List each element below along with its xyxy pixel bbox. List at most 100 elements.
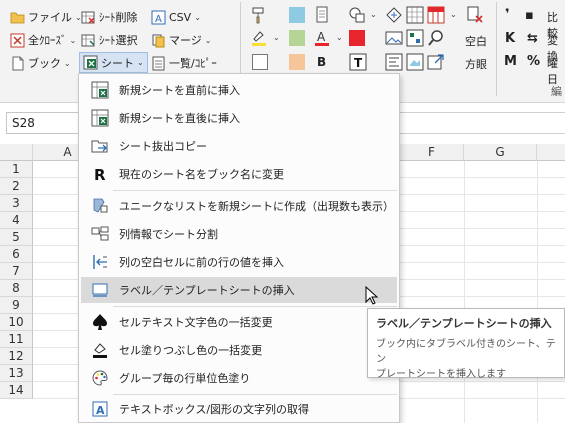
align-icon[interactable]	[385, 53, 403, 71]
highlight-color-icon[interactable]	[250, 29, 268, 47]
merge-button[interactable]: マージ ⌄	[151, 30, 211, 50]
row-header[interactable]: 3	[0, 195, 33, 212]
recycle-icon[interactable]: ⇆	[527, 31, 538, 46]
svg-text:A: A	[317, 30, 326, 44]
comma-style-button[interactable]: ❜	[505, 7, 510, 22]
sheet-delete-button[interactable]: ｼｰﾄ削除	[81, 7, 138, 27]
menu-item-group-row-coloring[interactable]: グループ毎の行単位色塗り	[81, 365, 397, 391]
chevron-down-icon[interactable]: ⌄	[273, 33, 280, 42]
image-grid-icon[interactable]	[406, 29, 424, 47]
shapes-icon[interactable]	[348, 6, 366, 24]
space-button[interactable]: 空白	[465, 33, 487, 49]
menu-item-new-sheet-after[interactable]: 新規シートを直後に挿入	[81, 105, 397, 131]
row-header[interactable]: 5	[0, 229, 33, 246]
chevron-down-icon[interactable]: ⌄	[450, 10, 457, 19]
grid-line	[537, 161, 538, 423]
percent-button[interactable]: %	[527, 54, 540, 69]
csv-button[interactable]: A CSV ⌄	[151, 7, 201, 27]
bold-button[interactable]: B	[317, 55, 326, 69]
font-color-icon[interactable]: A	[313, 29, 331, 47]
k-button[interactable]: K	[505, 31, 515, 46]
sheet-delete-icon	[81, 10, 96, 25]
svg-text:T: T	[354, 56, 363, 70]
row-header[interactable]: 12	[0, 348, 33, 365]
menu-item-fill-color-change[interactable]: セル塗りつぶし色の一括変更	[81, 337, 397, 363]
select-objects-icon[interactable]	[385, 6, 403, 24]
green-swatch[interactable]	[289, 30, 305, 46]
format-painter-icon[interactable]	[250, 6, 268, 24]
menu-item-new-sheet-before[interactable]: 新規シートを直前に挿入	[81, 77, 397, 103]
menu-item-text-color-change[interactable]: セルテキスト文字色の一括変更	[81, 309, 397, 335]
new-sheet-before-icon	[91, 81, 109, 99]
grid-paper-button[interactable]: 方眼	[465, 56, 487, 72]
svg-text:A: A	[155, 14, 162, 25]
label-template-icon	[91, 281, 109, 299]
row-header[interactable]: 11	[0, 331, 33, 348]
menu-item-label-template-insert[interactable]: ラベル／テンプレートシートの挿入	[81, 277, 397, 303]
row-header[interactable]: 10	[0, 314, 33, 331]
row-header[interactable]: 1	[0, 161, 33, 178]
row-header[interactable]: 14	[0, 382, 33, 399]
search-icon[interactable]	[427, 29, 445, 47]
column-header-f[interactable]: F	[400, 144, 464, 161]
tooltip-body-line-2: プレートシートを挿入します	[376, 369, 506, 380]
menu-item-split-by-column[interactable]: 列情報でシート分割	[81, 221, 397, 247]
sheet-dropdown-menu: 新規シートを直前に挿入 新規シートを直後に挿入 シート抜出コピー R 現在のシー…	[78, 73, 400, 423]
chevron-down-icon[interactable]: ⌄	[336, 33, 343, 42]
text-tool-icon[interactable]: T	[349, 53, 367, 71]
blank-swatch[interactable]	[252, 54, 268, 70]
tooltip: ラベル／テンプレートシートの挿入 ブック内にタブラベル付きのシート、テン プレー…	[367, 308, 565, 380]
red-swatch[interactable]	[349, 30, 365, 46]
palette-icon	[91, 369, 109, 387]
menu-item-fill-blank-cells[interactable]: 列の空白セルに前の行の値を挿入	[81, 249, 397, 275]
row-header[interactable]: 6	[0, 246, 33, 263]
row-header[interactable]: 4	[0, 212, 33, 229]
fill-blank-icon	[91, 253, 109, 271]
menu-item-sheet-extract-copy[interactable]: シート抜出コピー	[81, 133, 397, 159]
chevron-down-icon: ⌄	[137, 58, 144, 67]
select-all-corner[interactable]	[0, 144, 33, 161]
file-menu-button[interactable]: ファイル ⌄	[10, 7, 82, 27]
chevron-down-icon: ⌄	[69, 35, 77, 45]
page-icon[interactable]	[313, 6, 331, 24]
sheet-select-icon	[81, 33, 96, 48]
tooltip-body-line-1: ブック内にタブラベル付きのシート、テン	[376, 339, 556, 365]
column-header-h[interactable]	[537, 144, 565, 161]
row-header[interactable]: 13	[0, 365, 33, 382]
chevron-down-icon[interactable]: ⌄	[370, 10, 377, 19]
clear-icon[interactable]	[466, 6, 484, 24]
group-label-edit: 編	[551, 85, 562, 98]
percent-icon[interactable]: ▪	[525, 8, 534, 23]
row-header[interactable]: 9	[0, 297, 33, 314]
grid-icon[interactable]	[406, 6, 424, 24]
folder-icon	[10, 10, 25, 25]
menu-item-unique-list[interactable]: ユニークなリストを新規シートに作成（出現数も表示）	[81, 193, 397, 219]
red-table-icon[interactable]	[427, 6, 445, 24]
rename-r-icon: R	[91, 165, 109, 184]
sheet-select-button[interactable]: ｼｰﾄ選択	[81, 30, 138, 50]
book-menu-button[interactable]: ブック ⌄	[10, 53, 71, 73]
row-header[interactable]: 7	[0, 263, 33, 280]
picture-frame-icon[interactable]	[406, 53, 424, 71]
close-all-button[interactable]: 全ｸﾛｰｽﾞ ⌄	[10, 30, 76, 50]
svg-text:R: R	[94, 166, 106, 183]
list-copy-button[interactable]: 一覧/ｺﾋﾟｰ	[151, 53, 217, 73]
row-header[interactable]: 2	[0, 178, 33, 195]
csv-icon: A	[151, 10, 166, 25]
list-icon	[151, 56, 166, 71]
column-header-g[interactable]: G	[464, 144, 537, 161]
picture-icon[interactable]	[385, 29, 403, 47]
external-link-icon[interactable]	[427, 53, 445, 71]
m-button[interactable]: M	[504, 54, 517, 69]
row-header[interactable]: 8	[0, 280, 33, 297]
sheet-menu-button[interactable]: シート ⌄	[79, 52, 148, 73]
teal-swatch[interactable]	[289, 7, 305, 23]
menu-separator	[113, 190, 397, 191]
unique-list-icon	[91, 197, 109, 215]
mouse-cursor-icon	[365, 285, 379, 306]
svg-text:A: A	[96, 404, 105, 417]
menu-item-get-textbox-text[interactable]: A テキストボックス/図形の文字列の取得	[81, 396, 397, 422]
menu-item-rename-to-book[interactable]: R 現在のシート名をブック名に変更	[81, 161, 397, 187]
sheet-excel-icon	[83, 55, 98, 70]
peach-swatch[interactable]	[289, 54, 305, 70]
